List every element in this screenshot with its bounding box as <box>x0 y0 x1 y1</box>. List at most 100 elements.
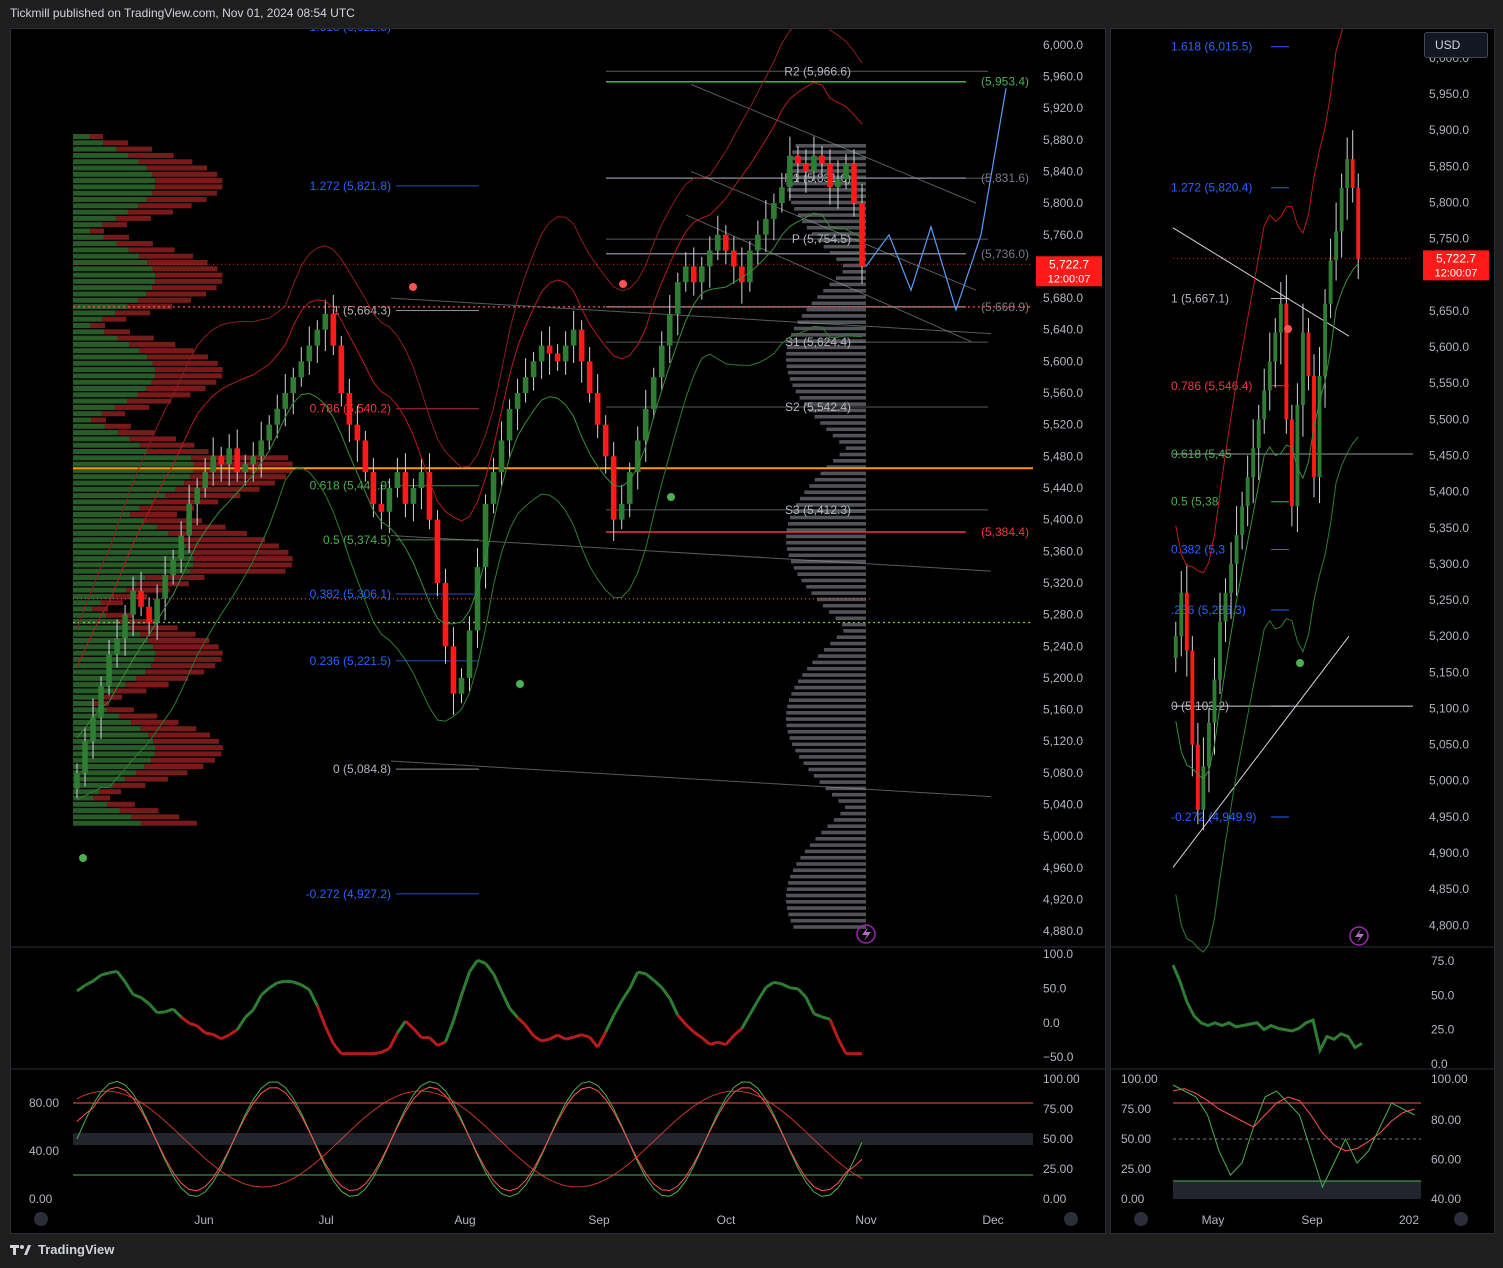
oscillator-line-segment <box>836 1037 848 1055</box>
oscillator-line-segment <box>813 1012 823 1019</box>
oscillator-line-segment <box>644 972 655 982</box>
oscillator-line-segment <box>508 1007 519 1019</box>
volume-profile-bar <box>73 575 146 580</box>
stochastic-right-axis-label: 60.00 <box>1431 1152 1461 1166</box>
candle-body <box>1273 332 1278 362</box>
candle-body <box>1317 375 1322 478</box>
currency-button[interactable]: USD <box>1424 32 1488 58</box>
price-axis-label: 5,350.0 <box>1429 521 1469 535</box>
volume-profile-bar <box>792 383 866 387</box>
time-axis-label: May <box>1202 1213 1225 1227</box>
oscillator-line-segment <box>373 1050 382 1056</box>
time-axis-label: 202 <box>1399 1213 1419 1227</box>
candle-body <box>282 393 289 409</box>
candle-body <box>210 456 216 473</box>
volume-profile-bar <box>814 477 866 482</box>
volume-profile-bar <box>786 900 866 904</box>
candle-body <box>715 234 721 251</box>
right-chart-panel[interactable]: 6,000.05,950.05,900.05,850.05,800.05,750… <box>1110 0 1495 1234</box>
volume-profile-bar <box>829 610 866 614</box>
left-chart-panel[interactable]: 6,000.0 5,960.0 5,920.0 5,880.0 5,840.0 5,800… <box>10 12 1106 1234</box>
volume-profile-bar <box>789 377 866 381</box>
pivot-level-label: S1 (5,624.4) <box>785 335 851 349</box>
volume-profile-bar <box>73 171 153 177</box>
volume-profile-bar <box>154 751 222 757</box>
candle-body <box>370 472 377 504</box>
candle-body <box>146 606 152 623</box>
stochastic-left-axis-label: 40.00 <box>29 1144 59 1158</box>
volume-profile-bar <box>73 493 166 499</box>
volume-profile-bar <box>786 717 866 721</box>
candle-body <box>506 408 513 441</box>
oscillator-line-segment <box>76 984 86 993</box>
price-axis-label: 5,150.0 <box>1429 665 1469 679</box>
trend-channel-line <box>390 297 992 335</box>
volume-profile-bar <box>792 150 866 154</box>
volume-profile-bar <box>73 631 141 637</box>
volume-profile-bar <box>73 442 140 448</box>
volume-profile-bar <box>73 134 90 139</box>
oscillator-line-segment <box>452 994 463 1022</box>
candle-body <box>394 472 401 488</box>
volume-profile-bar <box>73 656 155 662</box>
volume-profile-bar <box>73 260 148 265</box>
right-chart-svg[interactable]: 6,000.05,950.05,900.05,850.05,800.05,750… <box>1111 0 1494 1233</box>
candle-body <box>314 329 321 346</box>
volume-profile-bar <box>815 837 866 841</box>
volume-profile-bar <box>105 612 133 618</box>
volume-profile-bar <box>117 335 154 341</box>
candle-body <box>1301 332 1305 405</box>
volume-profile-bar <box>814 414 866 419</box>
volume-profile-bar <box>115 310 151 316</box>
left-chart-svg[interactable]: 6,000.0 5,960.0 5,920.0 5,880.0 5,840.0 5,800… <box>11 12 1105 1233</box>
volume-profile-bar <box>843 629 866 633</box>
oscillator-line-segment <box>756 986 768 1002</box>
price-axis-label: 5,800.0 <box>1429 195 1469 209</box>
volume-profile-bar <box>144 764 204 769</box>
oscillator-line-segment <box>732 1027 743 1037</box>
volume-profile-bar <box>125 682 169 688</box>
trend-channel-line <box>390 760 992 798</box>
volume-profile-bar <box>115 215 152 221</box>
candle-body <box>1195 744 1200 810</box>
volume-profile-bar <box>154 373 223 379</box>
candle-body <box>498 440 505 473</box>
volume-profile-bar <box>788 698 866 702</box>
candle-body <box>90 717 96 742</box>
volume-profile-bar <box>73 505 140 511</box>
volume-profile-bar <box>820 471 866 476</box>
volume-profile-bar <box>845 446 866 450</box>
candle-body <box>1350 159 1355 189</box>
signal-dot <box>516 680 524 688</box>
brand-label: TradingView <box>38 1242 115 1257</box>
time-axis-label: Aug <box>454 1213 475 1227</box>
volume-profile-bar <box>830 641 866 646</box>
candle-body <box>827 163 833 188</box>
candle-body <box>474 567 481 631</box>
volume-profile-bar <box>73 537 179 543</box>
oscillator-line-segment <box>100 971 110 977</box>
volume-profile-bar <box>165 493 241 499</box>
candle-body <box>114 638 120 655</box>
candle-body <box>234 448 241 473</box>
volume-profile-bar <box>786 893 866 898</box>
candle-body <box>1212 679 1217 723</box>
price-axis-label: 5,300.0 <box>1429 557 1469 571</box>
projection-path <box>865 88 1007 312</box>
volume-profile-bar <box>786 906 866 910</box>
volume-profile-bar <box>73 329 105 335</box>
volume-profile-bar <box>831 792 866 797</box>
candle-body <box>98 685 104 718</box>
oscillator-line-segment <box>637 970 647 976</box>
oscillator-line-segment <box>115 970 127 983</box>
volume-profile-bar <box>73 404 115 410</box>
price-axis-label: 5,240.0 <box>1043 639 1083 653</box>
volume-profile-bar <box>73 159 139 165</box>
time-axis-label: Sep <box>1301 1213 1323 1227</box>
fib-level-label: 0.236 (5,221.5) <box>310 654 391 668</box>
oscillator-line-segment <box>172 1008 183 1018</box>
volume-profile-bar <box>73 449 148 454</box>
volume-profile-bar <box>151 379 217 385</box>
volume-profile-bar <box>806 585 866 589</box>
tradingview-brand[interactable]: TradingView <box>10 1242 114 1257</box>
